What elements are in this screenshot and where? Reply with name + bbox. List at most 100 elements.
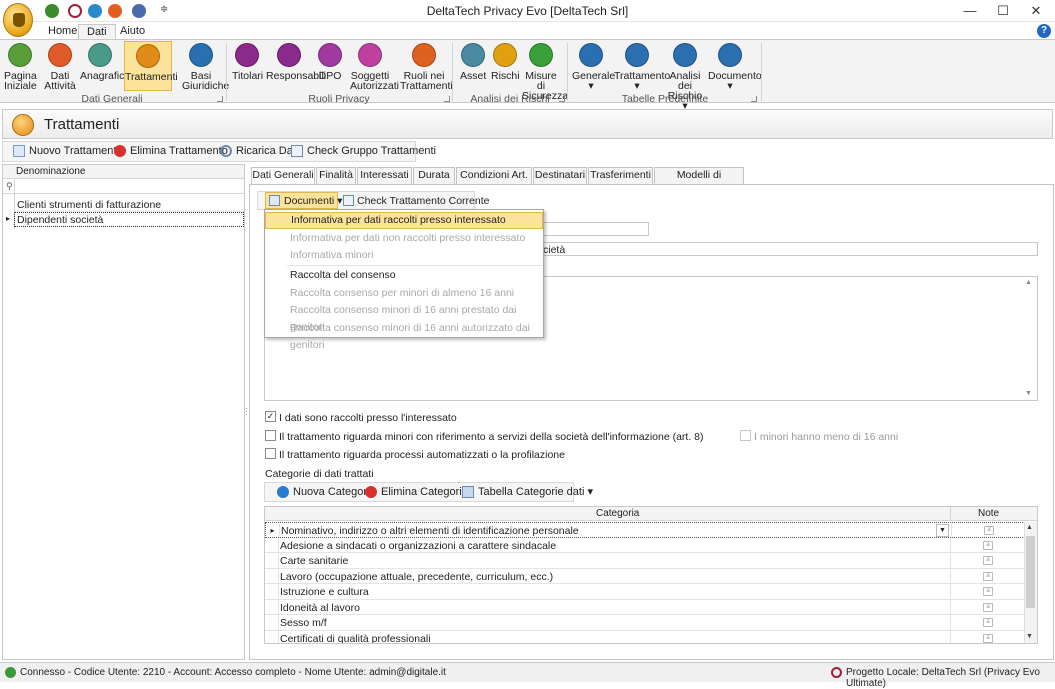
menu-item[interactable]: Informativa minori [265,247,543,264]
maximize-button[interactable]: ☐ [993,2,1013,20]
ribbon-button-label: Rischi [491,70,520,82]
page-header [2,109,1053,139]
help-icon[interactable]: ? [1037,24,1051,38]
tab-durata[interactable]: Durata [413,167,455,184]
scrollbar-thumb[interactable] [1026,536,1035,608]
ribbon-button-basi[interactable]: Basi Giuridiche [182,41,229,91]
table-row[interactable]: ▸ Nominativo, indirizzo o altri elementi … [265,522,1037,538]
tab-destinatari[interactable]: Destinatari [533,167,587,184]
note-cell[interactable]: a [950,568,1022,584]
note-icon[interactable]: a [983,540,993,550]
minimize-button[interactable]: — [960,2,980,20]
ribbon-button-ruoli-nei[interactable]: Ruoli nei Trattamenti [400,41,453,91]
table-row[interactable]: Adesione a sindacati o organizzazioni a … [265,537,1037,553]
delete-treatment-button[interactable]: Elimina Trattamento [114,145,228,159]
check-group-button[interactable]: Check Gruppo Trattamenti [291,145,436,159]
app-menu-button[interactable] [3,3,33,37]
group-label-ruoli-privacy: Ruoli Privacy [308,93,370,105]
ribbon-tab-dati[interactable]: Dati [78,24,116,40]
table-row[interactable]: Idoneità al lavoro a [265,599,1037,615]
checkbox-minori-16[interactable] [740,430,751,441]
ribbon-button-label: Autorizzati [350,80,400,92]
note-cell[interactable]: a [950,615,1022,630]
table-row[interactable]: Istruzione e cultura a [265,584,1037,600]
note-cell[interactable]: a [950,537,1022,553]
column-header-note[interactable]: Note [978,508,999,519]
tab-dati-generali[interactable]: Dati Generali [251,167,315,185]
group-launcher-icon[interactable] [751,96,757,102]
note-icon[interactable]: a [983,587,993,596]
menu-item[interactable]: Informativa per dati non raccolti presso… [265,230,543,247]
ribbon-button-anagrafica[interactable]: Anagrafica [80,41,130,91]
scroll-down-icon[interactable]: ▼ [1025,390,1032,397]
table-row[interactable]: Certificati di qualità professionali a [265,630,1037,643]
ribbon-button-soggetti[interactable]: Soggetti Autorizzati [350,41,400,92]
table-row[interactable]: Sesso m/f a [265,615,1037,631]
ribbon-button-documento[interactable]: Documento ▾ [708,41,762,91]
table-row[interactable]: Carte sanitarie a [265,553,1037,569]
tab-condizioni-art-9[interactable]: Condizioni Art. 9 [456,167,532,196]
ribbon-button-pagina[interactable]: Pagina Iniziale [4,41,37,91]
ribbon-button-asset[interactable]: Asset [460,41,486,91]
menu-item[interactable]: Informativa per dati raccolti presso int… [265,212,543,229]
note-icon[interactable]: a [983,602,993,612]
close-button[interactable]: ✕ [1026,2,1046,20]
group-launcher-icon[interactable] [444,96,450,102]
table-row[interactable]: Lavoro (occupazione attuale, precedente,… [265,568,1037,584]
new-treatment-button[interactable]: Nuovo Trattamento [13,145,123,159]
note-cell[interactable]: a [951,523,1023,538]
reload-button[interactable]: Ricarica Dati [220,145,298,159]
managers-icon [277,43,301,67]
note-cell[interactable]: a [950,553,1022,568]
category-cell: Lavoro (occupazione attuale, precedente,… [280,570,554,583]
scroll-up-icon[interactable]: ▲ [1026,524,1033,531]
checkbox-minori-art8[interactable] [265,430,276,441]
new-category-button[interactable]: Nuova Categoria [277,486,376,500]
ribbon-button-trattamenti[interactable]: Trattamenti [124,41,178,91]
tab-modelli-di-documento[interactable]: Modelli di Documento [654,167,744,196]
cell-dropdown-icon[interactable]: ▼ [936,524,949,537]
tab-finalit-[interactable]: Finalità [316,167,356,184]
scroll-down-icon[interactable]: ▼ [1026,633,1033,640]
group-launcher-icon[interactable] [217,96,223,102]
tab-interessati[interactable]: Interessati [357,167,412,184]
check-treatment-button[interactable]: Check Trattamento Corrente [357,195,489,207]
ribbon-button-rischi[interactable]: Rischi [491,41,520,91]
ribbon-button-responsabili[interactable]: Responsabili [266,41,326,91]
group-launcher-icon[interactable] [559,96,565,102]
note-icon[interactable]: a [983,633,993,643]
delete-icon [365,486,377,498]
ribbon-tab-aiuto[interactable]: Aiuto [112,24,153,40]
delete-category-button[interactable]: Elimina Categoria [365,486,468,500]
note-icon[interactable]: a [984,526,994,535]
ribbon-button-trattamento[interactable]: Trattamento ▾ [614,41,670,91]
column-header-denominazione[interactable]: Denominazione [16,166,86,177]
ribbon-button-misure-di[interactable]: Misure di Sicurezza [522,41,568,101]
ribbon-button-generale[interactable]: Generale ▾ [572,41,615,91]
ribbon-button-titolari[interactable]: Titolari [232,41,263,91]
note-cell[interactable]: a [950,599,1022,615]
note-cell[interactable]: a [950,630,1022,643]
ribbon-button-label: Asset [460,70,487,82]
note-icon[interactable]: a [983,618,993,627]
checkbox-profilazione[interactable] [265,448,276,459]
menu-item[interactable]: Raccolta consenso per minori di almeno 1… [265,285,543,302]
category-table-button[interactable]: Tabella Categorie dati ▾ [462,486,593,500]
tab-trasferimenti[interactable]: Trasferimenti [588,167,653,184]
group-label-analisi-rischi: Analisi dei Rischi [470,93,550,105]
note-icon[interactable]: a [983,571,993,581]
menu-item[interactable]: Raccolta consenso minori di 16 anni auto… [265,320,543,351]
note-cell[interactable]: a [950,584,1022,599]
name-field[interactable] [540,242,1038,256]
ribbon-button-dpo[interactable]: DPO [318,41,342,91]
column-header-categoria[interactable]: Categoria [596,508,639,519]
ribbon-button-dati[interactable]: Dati Attività [44,41,76,91]
filter-row[interactable] [3,179,244,194]
checkbox-raccolti-interessato[interactable]: ✓ [265,411,276,422]
menu-item[interactable]: Raccolta consenso minori di 16 anni pres… [265,302,543,333]
note-icon[interactable]: a [983,556,993,565]
menu-item[interactable]: Raccolta del consenso [265,267,543,284]
text-field[interactable] [540,222,649,236]
ribbon-button-analisi-dei[interactable]: Analisi dei Rischio ▾ [664,41,706,111]
scroll-up-icon[interactable]: ▲ [1025,279,1032,286]
